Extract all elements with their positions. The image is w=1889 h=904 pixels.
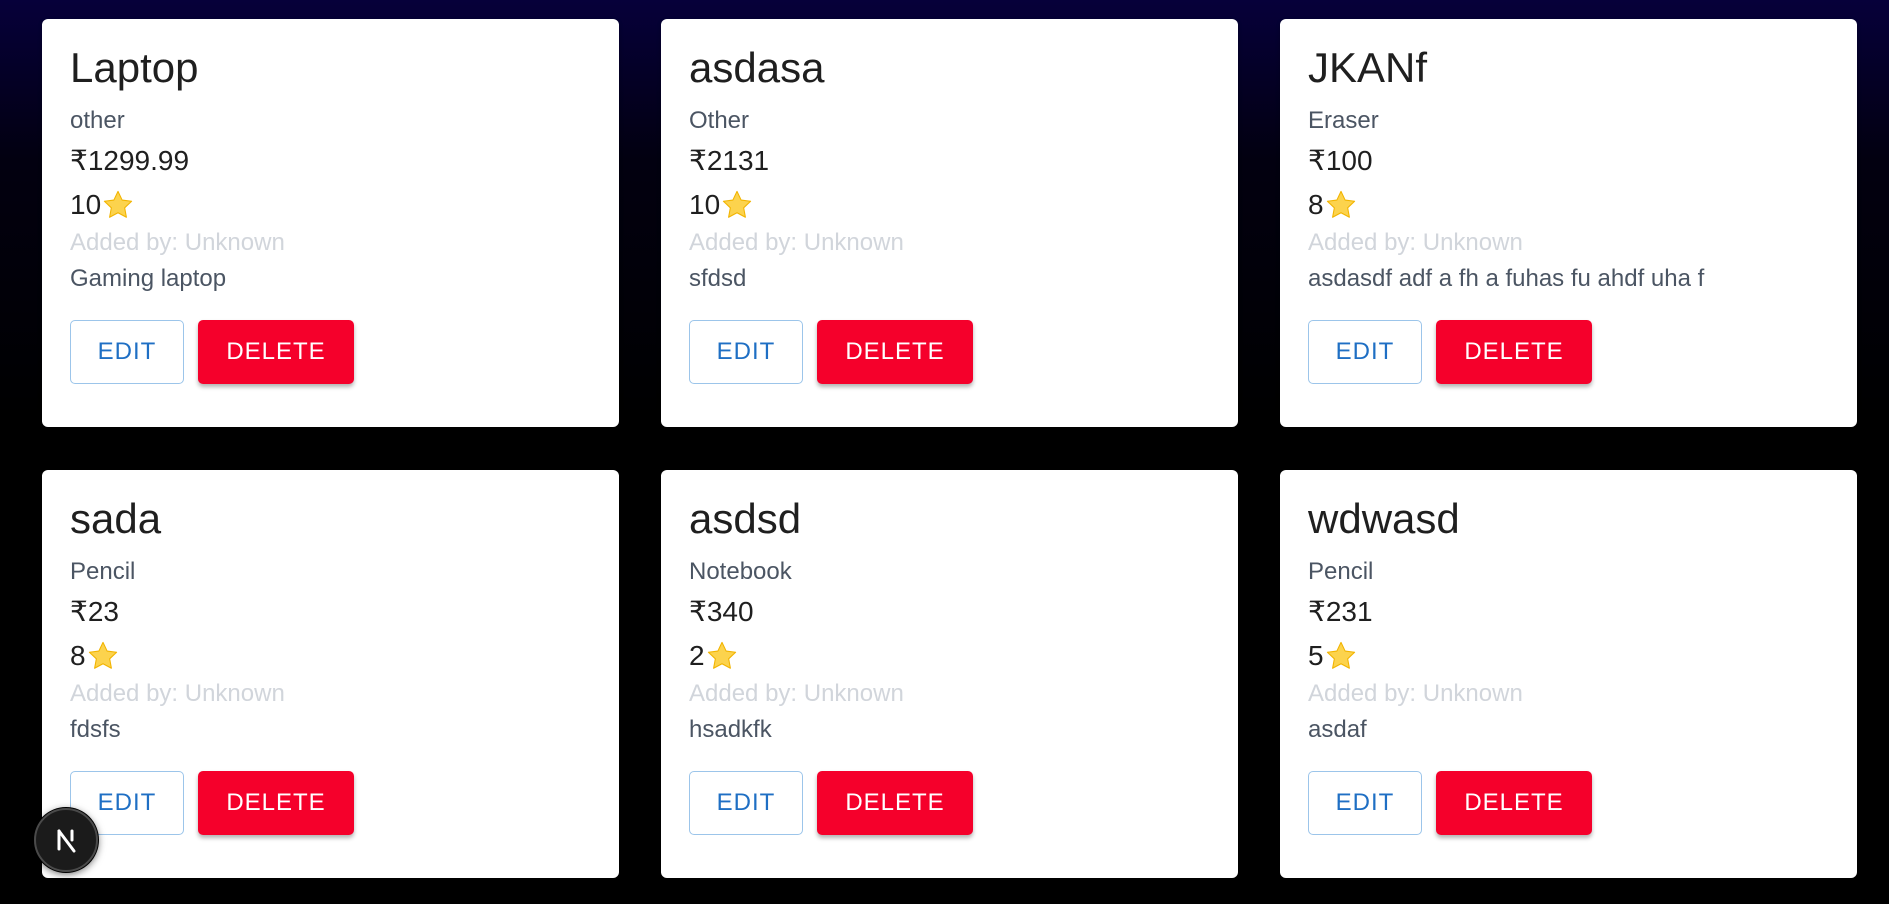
edit-button[interactable]: EDIT <box>689 771 803 835</box>
card-actions: EDIT DELETE <box>689 771 973 835</box>
added-by: Added by: Unknown <box>689 680 904 707</box>
star-icon <box>723 190 752 218</box>
product-rating: 8 <box>1308 189 1829 221</box>
product-name: asdsd <box>689 495 802 542</box>
product-category: Pencil <box>70 558 136 585</box>
rating-value: 8 <box>70 640 86 671</box>
product-name: sada <box>70 495 162 542</box>
edit-button[interactable]: EDIT <box>70 320 184 384</box>
product-card: sada Pencil ₹23 8 Added by: Unknown fdsf… <box>42 470 619 878</box>
product-rating: 10 <box>689 189 1210 221</box>
delete-button[interactable]: DELETE <box>1436 771 1592 835</box>
rating-value: 8 <box>1308 189 1324 220</box>
product-card: asdasa Other ₹2131 10 Added by: Unknown … <box>661 19 1238 427</box>
delete-button[interactable]: DELETE <box>817 320 973 384</box>
product-card: wdwasd Pencil ₹231 5 Added by: Unknown a… <box>1280 470 1857 878</box>
delete-button[interactable]: DELETE <box>1436 320 1592 384</box>
edit-button[interactable]: EDIT <box>1308 771 1422 835</box>
product-category: other <box>70 107 125 134</box>
product-description: hsadkfk <box>689 716 772 743</box>
product-card: Laptop other ₹1299.99 10 Added by: Unkno… <box>42 19 619 427</box>
edit-button[interactable]: EDIT <box>1308 320 1422 384</box>
product-category: Eraser <box>1308 107 1379 134</box>
card-actions: EDIT DELETE <box>689 320 973 384</box>
product-price: ₹23 <box>70 596 119 627</box>
added-by: Added by: Unknown <box>1308 680 1523 707</box>
added-by: Added by: Unknown <box>689 229 904 256</box>
delete-button[interactable]: DELETE <box>817 771 973 835</box>
product-card: asdsd Notebook ₹340 2 Added by: Unknown … <box>661 470 1238 878</box>
product-price: ₹1299.99 <box>70 145 190 176</box>
product-name: JKANf <box>1308 44 1428 91</box>
star-icon <box>1326 641 1355 669</box>
product-name: Laptop <box>70 44 199 91</box>
rating-value: 5 <box>1308 640 1324 671</box>
card-actions: EDIT DELETE <box>70 320 354 384</box>
product-description: fdsfs <box>70 716 121 743</box>
card-actions: EDIT DELETE <box>70 771 354 835</box>
star-icon <box>1326 190 1355 218</box>
product-rating: 2 <box>689 640 1210 672</box>
delete-button[interactable]: DELETE <box>198 320 354 384</box>
rating-value: 10 <box>70 189 102 220</box>
added-by: Added by: Unknown <box>1308 229 1523 256</box>
n-logo-icon <box>57 829 76 853</box>
rating-value: 2 <box>689 640 705 671</box>
dev-tools-badge[interactable] <box>34 808 98 872</box>
star-icon <box>104 190 133 218</box>
product-description: asdasdf adf a fh a fuhas fu ahdf uha f <box>1308 265 1705 292</box>
delete-button[interactable]: DELETE <box>198 771 354 835</box>
rating-value: 10 <box>689 189 721 220</box>
added-by: Added by: Unknown <box>70 229 285 256</box>
product-name: asdasa <box>689 44 825 91</box>
added-by: Added by: Unknown <box>70 680 285 707</box>
product-category: Pencil <box>1308 558 1374 585</box>
product-price: ₹100 <box>1308 145 1373 176</box>
product-price: ₹340 <box>689 596 754 627</box>
star-icon <box>707 641 736 669</box>
product-description: asdaf <box>1308 716 1367 743</box>
product-description: sfdsd <box>689 265 747 292</box>
product-card: JKANf Eraser ₹100 8 Added by: Unknown as… <box>1280 19 1857 427</box>
product-category: Notebook <box>689 558 792 585</box>
product-category: Other <box>689 107 750 134</box>
product-rating: 10 <box>70 189 591 221</box>
product-name: wdwasd <box>1308 495 1460 542</box>
card-actions: EDIT DELETE <box>1308 320 1592 384</box>
star-icon <box>88 641 117 669</box>
product-description: Gaming laptop <box>70 265 227 292</box>
product-price: ₹231 <box>1308 596 1373 627</box>
product-grid: Laptop other ₹1299.99 10 Added by: Unkno… <box>42 19 1857 878</box>
edit-button[interactable]: EDIT <box>689 320 803 384</box>
product-price: ₹2131 <box>689 145 770 176</box>
product-rating: 8 <box>70 640 591 672</box>
product-rating: 5 <box>1308 640 1829 672</box>
card-actions: EDIT DELETE <box>1308 771 1592 835</box>
